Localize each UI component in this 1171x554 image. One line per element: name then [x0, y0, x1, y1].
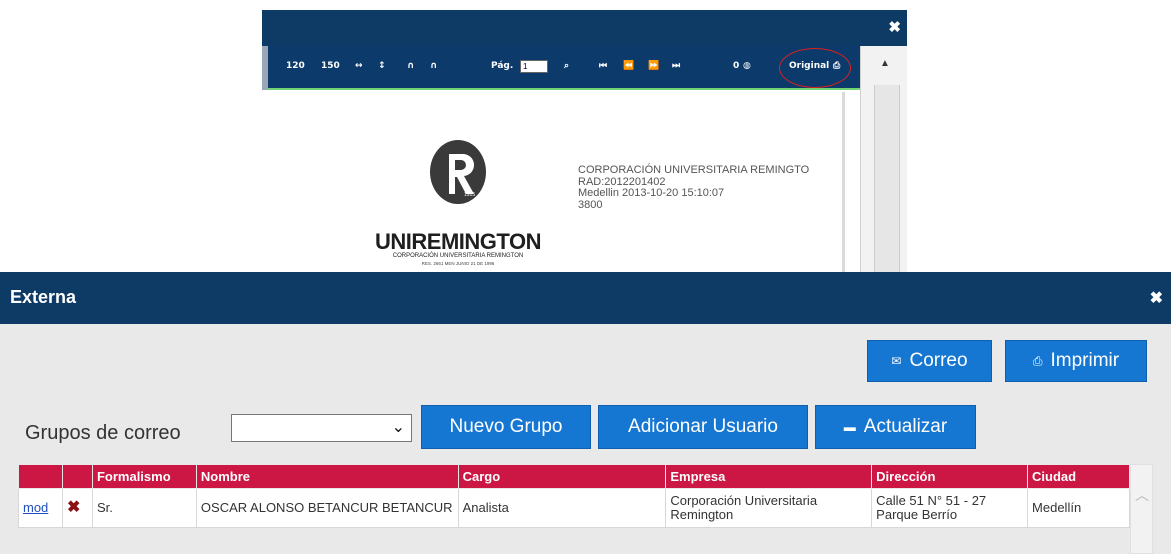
save-icon: ▬	[843, 420, 856, 434]
delete-icon[interactable]: ✖	[67, 499, 80, 516]
logo-subtitle: CORPORACIÓN UNIVERSITARIA REMINGTON	[392, 253, 524, 259]
nuevo-grupo-button[interactable]: Nuevo Grupo	[421, 405, 591, 449]
contacts-table: Formalismo Nombre Cargo Empresa Direcció…	[18, 464, 1130, 528]
fit-width-icon[interactable]: ↔	[355, 61, 363, 71]
column-header[interactable]: Ciudad	[1027, 464, 1130, 489]
stamp-line: 3800	[578, 198, 603, 211]
zoom-150-button[interactable]: 150	[321, 61, 340, 71]
actualizar-button[interactable]: ▬ Actualizar	[815, 405, 976, 449]
table-scrollbar[interactable]	[1130, 464, 1153, 554]
mod-cell: mod	[18, 488, 63, 528]
grupos-label: Grupos de correo	[25, 422, 181, 444]
externa-dialog: Externa ✖ ✉ Correo ⎙ Imprimir Grupos de …	[0, 272, 1171, 554]
imprimir-label: Imprimir	[1050, 350, 1120, 371]
report-preview: ✖ 120 150 ↔ ↕ ∩ ∩ Pág. ⌕ ⏮ ⏪ ⏩ ⏭ 0 ◍ Ori…	[262, 0, 907, 272]
logo-resolution: RES. 2661 MEN JUNIO 21 DE 1996	[421, 261, 495, 266]
nuevo-grupo-label: Nuevo Grupo	[449, 416, 563, 437]
last-page-icon[interactable]: ⏭	[672, 61, 680, 71]
find-icon[interactable]: ⌕	[564, 61, 569, 71]
grupos-select[interactable]: ⌄	[231, 414, 412, 442]
stamp-line: CORPORACIÓN UNIVERSITARIA REMINGTO	[578, 164, 810, 176]
adicionar-usuario-label: Adicionar Usuario	[628, 416, 778, 437]
preview-close-icon[interactable]: ✖	[888, 10, 901, 46]
column-header[interactable]: Dirección	[871, 464, 1029, 489]
column-header[interactable]: Nombre	[195, 464, 459, 489]
column-header[interactable]: Empresa	[665, 464, 873, 489]
table-header-row: Formalismo Nombre Cargo Empresa Direcció…	[18, 464, 1130, 489]
logo-year: 1915	[464, 192, 475, 198]
scroll-up-icon[interactable]: ▲	[880, 58, 890, 69]
zoom-120-button[interactable]: 120	[286, 61, 305, 71]
dialog-title-bar: Externa ✖	[0, 272, 1171, 324]
uniremington-logo-icon: 1915	[430, 140, 486, 204]
fit-height-icon[interactable]: ↕	[378, 61, 386, 71]
cargo-cell: Analista	[457, 488, 667, 528]
dialog-title: Externa	[10, 287, 77, 307]
mod-link[interactable]: mod	[23, 500, 48, 515]
search-next-icon[interactable]: ∩	[430, 61, 437, 71]
ciudad-cell: Medellín	[1027, 488, 1130, 528]
correo-label: Correo	[909, 350, 968, 371]
highlight-circle	[779, 48, 851, 88]
column-header	[61, 464, 93, 489]
preview-title-bar	[262, 10, 907, 46]
direccion-cell: Calle 51 N° 51 - 27 Parque Berrío	[871, 488, 1029, 528]
chevron-down-icon: ⌄	[391, 419, 405, 436]
first-page-icon[interactable]: ⏮	[599, 61, 607, 71]
logo-name: UNIREMINGTON	[375, 229, 541, 254]
formalismo-cell: Sr.	[91, 488, 197, 528]
scrollbar-track[interactable]	[874, 85, 900, 272]
page-number-input[interactable]	[520, 60, 548, 73]
stamp-line: Medellin 2013-10-20 15:10:07	[578, 187, 725, 199]
globe-icon[interactable]: ◍	[743, 61, 751, 71]
column-header	[18, 464, 63, 489]
column-header[interactable]: Cargo	[457, 464, 667, 489]
column-header[interactable]: Formalismo	[91, 464, 197, 489]
close-icon[interactable]: ✖	[1150, 272, 1163, 326]
actualizar-label: Actualizar	[863, 416, 948, 437]
search-prev-icon[interactable]: ∩	[407, 61, 414, 71]
document-edge	[842, 92, 845, 272]
page-label: Pág.	[491, 61, 514, 71]
prev-page-icon[interactable]: ⏪	[623, 61, 634, 71]
radicado-stamp: CORPORACIÓN UNIVERSITARIA REMINGTO RAD:2…	[578, 164, 810, 211]
empresa-cell: Corporación Universitaria Remington	[665, 488, 873, 528]
correo-button[interactable]: ✉ Correo	[867, 340, 992, 382]
delete-cell: ✖	[61, 488, 93, 528]
printer-icon: ⎙	[1032, 353, 1043, 368]
adicionar-usuario-button[interactable]: Adicionar Usuario	[598, 405, 808, 449]
toolbar-edge	[262, 46, 268, 90]
page-counter: 0	[733, 61, 740, 71]
preview-toolbar: 120 150 ↔ ↕ ∩ ∩ Pág. ⌕ ⏮ ⏪ ⏩ ⏭ 0 ◍ Origi…	[262, 46, 862, 90]
imprimir-button[interactable]: ⎙ Imprimir	[1005, 340, 1147, 382]
nombre-cell: OSCAR ALONSO BETANCUR BETANCUR	[195, 488, 459, 528]
table-row: mod ✖ Sr. OSCAR ALONSO BETANCUR BETANCUR…	[18, 488, 1130, 528]
envelope-icon: ✉	[891, 354, 902, 368]
next-page-icon[interactable]: ⏩	[648, 61, 659, 71]
chevron-up-icon[interactable]: ︿	[1135, 485, 1149, 505]
